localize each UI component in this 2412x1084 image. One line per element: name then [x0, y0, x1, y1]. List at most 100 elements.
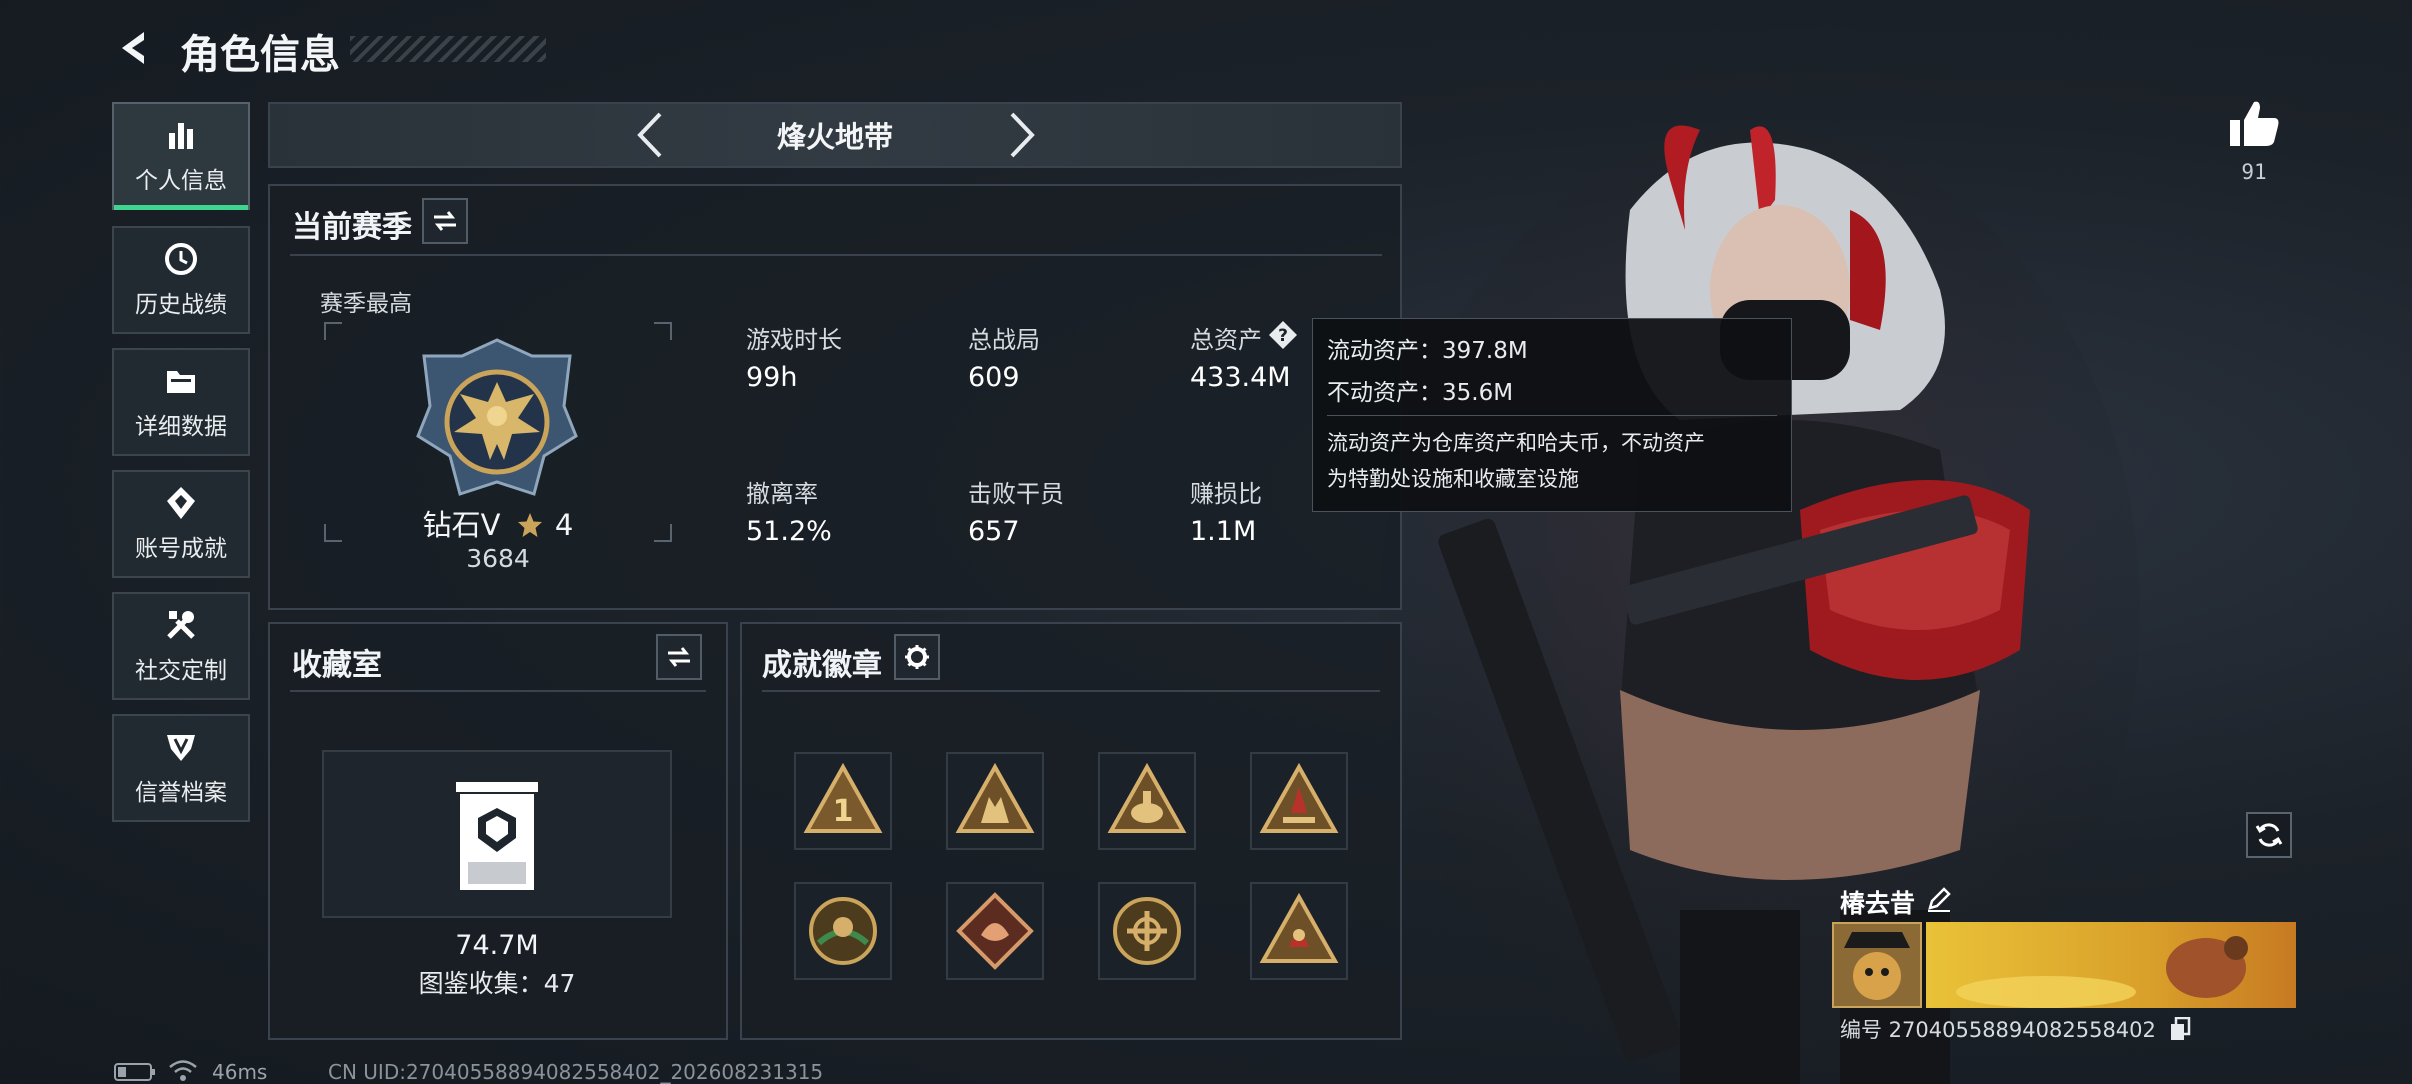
player-avatar[interactable] [1832, 922, 1922, 1008]
shield-icon [167, 735, 195, 761]
mode-prev-button[interactable] [628, 108, 674, 162]
sidebar-item-label: 账号成就 [135, 536, 227, 562]
like-button[interactable] [2226, 96, 2282, 152]
badge-7-icon [1113, 897, 1181, 965]
achievement-badge[interactable]: 1 [794, 752, 892, 850]
star-icon [517, 513, 542, 537]
collection-title: 收藏室 [292, 648, 382, 683]
badge-5-icon [809, 897, 877, 965]
badge-3-icon [1107, 762, 1187, 833]
stat-label-total-assets: 总资产 [1190, 326, 1262, 354]
frame-corner [324, 524, 342, 542]
stat-value-playtime: 99h [746, 362, 798, 393]
mode-label: 烽火地带 [776, 120, 893, 154]
player-banner[interactable] [1926, 922, 2296, 1008]
refresh-icon [2255, 823, 2283, 847]
stat-value-total-assets: 433.4M [1190, 362, 1291, 393]
collection-switch-button[interactable] [656, 634, 702, 680]
battery-icon [114, 1062, 156, 1082]
badge-2-icon [955, 762, 1035, 833]
svg-text:1: 1 [833, 794, 854, 829]
achievement-badge[interactable] [946, 882, 1044, 980]
season-best-label: 赛季最高 [320, 291, 412, 317]
sidebar-item-history[interactable]: 历史战绩 [112, 226, 250, 334]
swap-icon [668, 647, 690, 667]
achievements-settings-button[interactable] [894, 634, 940, 680]
player-id: 编号 2704055889408255840​2 [1840, 1018, 2156, 1042]
sidebar-item-detailed-data[interactable]: 详细数据 [112, 348, 250, 456]
rank-name: 钻石V [422, 508, 501, 542]
mode-next-button[interactable] [998, 108, 1044, 162]
chevron-right-icon [1010, 112, 1035, 158]
stat-label-extraction-rate: 撤离率 [746, 480, 818, 508]
sidebar-item-label: 详细数据 [135, 414, 227, 440]
page-title: 角色信息 [180, 32, 340, 78]
sidebar-item-credit-record[interactable]: 信誉档案 [112, 714, 250, 822]
stat-label-profit-loss: 赚损比 [1190, 480, 1262, 508]
folder-icon [167, 371, 195, 393]
history-icon [165, 243, 197, 275]
stat-value-operators-defeated: 657 [968, 516, 1020, 547]
stat-label-operators-defeated: 击败干员 [968, 480, 1064, 508]
tooltip-fixed-assets: 不动资产：35.6M [1327, 380, 1514, 406]
achievements-title: 成就徽章 [762, 648, 882, 683]
tools-icon [167, 611, 195, 639]
collection-room-icon [452, 780, 542, 890]
back-button[interactable] [112, 26, 156, 70]
ping-text: 46ms [212, 1060, 268, 1084]
sidebar-item-label: 社交定制 [135, 658, 227, 684]
edit-name-button[interactable] [1926, 886, 1952, 912]
rank-name-row: 钻石V 4 [380, 502, 616, 544]
copy-icon[interactable] [2169, 1016, 2191, 1041]
stat-label-playtime: 游戏时长 [746, 326, 842, 354]
tooltip-liquid-assets: 流动资产：397.8M [1327, 338, 1528, 364]
sidebar-item-label: 历史战绩 [135, 292, 227, 318]
tooltip-divider [1327, 415, 1777, 416]
achievement-badge[interactable] [794, 882, 892, 980]
avatar-image [1834, 924, 1920, 1006]
collection-divider [290, 690, 706, 692]
swap-icon [434, 211, 456, 231]
assets-help-icon[interactable]: ? [1268, 320, 1298, 350]
tooltip-desc-line1: 流动资产为仓库资产和哈夫币，不动资产 [1327, 431, 1705, 455]
stat-value-total-matches: 609 [968, 362, 1020, 393]
gear-icon [905, 645, 929, 669]
refresh-button[interactable] [2246, 812, 2292, 858]
frame-corner [654, 524, 672, 542]
achievement-badge[interactable] [946, 752, 1044, 850]
bar-chart-icon [169, 123, 193, 149]
badge-8-icon [1259, 892, 1339, 963]
achievement-badge[interactable] [1250, 882, 1348, 980]
collection-value: 74.7M [455, 930, 539, 961]
badge-1-icon: 1 [803, 762, 883, 833]
season-divider [290, 254, 1382, 256]
tooltip-desc-line2: 为特勤处设施和收藏室设施 [1327, 467, 1579, 491]
pencil-icon [1928, 887, 1951, 912]
chevron-left-icon [637, 112, 662, 158]
frame-corner [654, 322, 672, 340]
season-switch-button[interactable] [422, 198, 468, 244]
thumbs-up-icon [2230, 101, 2279, 146]
achievement-badge[interactable] [1098, 752, 1196, 850]
sidebar-item-account-achievements[interactable]: 账号成就 [112, 470, 250, 578]
uid-text: CN UID:2704055889408255840​2_20260823131… [328, 1060, 824, 1084]
sidebar-item-social-custom[interactable]: 社交定制 [112, 592, 250, 700]
stat-value-extraction-rate: 51.2% [746, 516, 832, 547]
sidebar-item-label: 个人信息 [135, 168, 227, 194]
rank-stars: 4 [554, 508, 574, 542]
svg-text:?: ? [1278, 326, 1288, 346]
player-id-row: 编号 2704055889408255840​2 [1840, 1014, 2191, 1044]
season-title: 当前赛季 [292, 210, 412, 245]
like-count: 91 [2241, 160, 2267, 184]
achievements-divider [762, 690, 1380, 692]
rank-emblem-icon [414, 336, 580, 502]
sidebar-item-personal-info[interactable]: 个人信息 [112, 102, 250, 210]
achievement-icon [167, 487, 195, 519]
achievement-badge[interactable] [1098, 882, 1196, 980]
achievement-badge[interactable] [1250, 752, 1348, 850]
badge-6-icon [956, 892, 1034, 970]
wifi-icon [168, 1058, 198, 1082]
sidebar-item-label: 信誉档案 [135, 780, 227, 806]
collection-catalog: 图鉴收集：47 [418, 969, 576, 998]
stat-value-profit-loss: 1.1M [1190, 516, 1257, 547]
